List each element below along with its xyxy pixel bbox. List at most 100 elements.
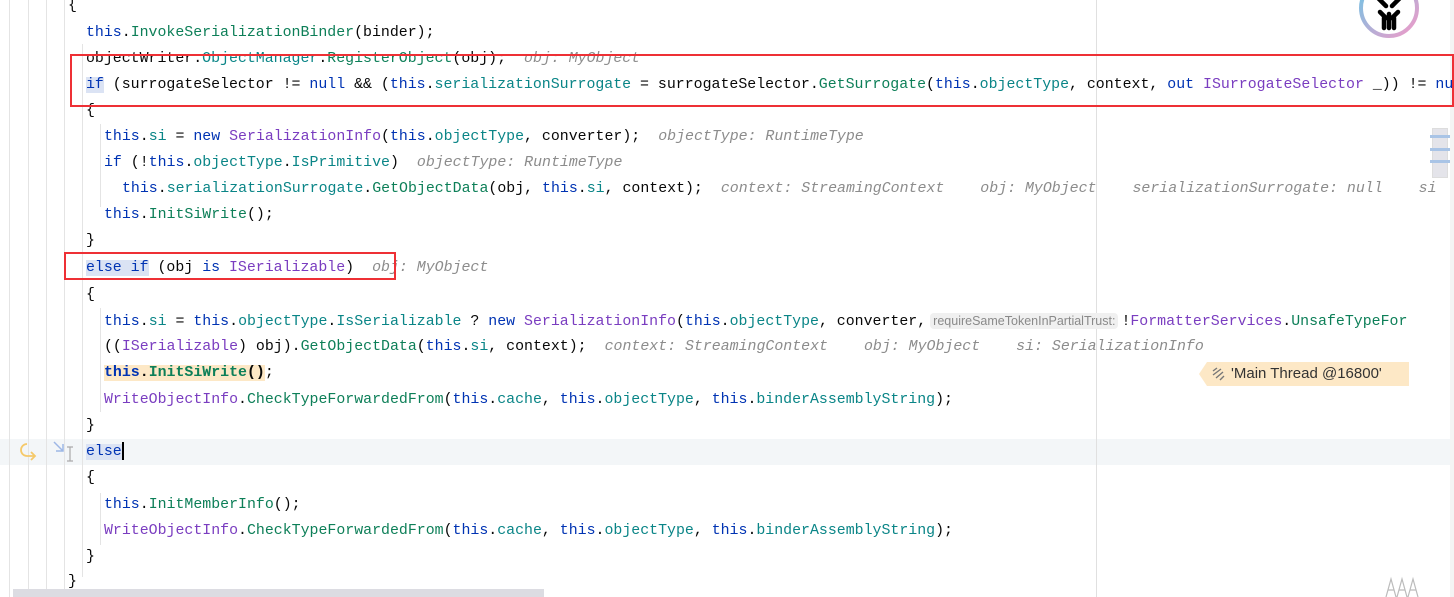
debugger-thread-badge[interactable]: 'Main Thread @16800'	[1199, 362, 1409, 386]
code-token: binderAssemblyString	[756, 392, 936, 408]
run-to-cursor-icon[interactable]	[52, 440, 66, 454]
code-line[interactable]: {	[68, 0, 77, 19]
code-token: this	[425, 339, 462, 355]
code-token: ISerializable	[121, 339, 239, 355]
code-token: (!	[121, 155, 149, 171]
annotation-box-iserializable-branch	[64, 252, 396, 280]
code-token: this	[711, 523, 748, 539]
code-token: , converter,	[818, 314, 927, 330]
code-token: this	[542, 181, 578, 197]
code-token: .	[363, 181, 373, 197]
code-token: si	[148, 314, 167, 330]
code-token: }	[86, 233, 95, 249]
code-token: ();	[273, 497, 301, 513]
code-line[interactable]: {	[86, 465, 95, 491]
code-line[interactable]: WriteObjectInfo.CheckTypeForwardedFrom(t…	[104, 518, 953, 544]
step-over-arrow-icon[interactable]	[19, 441, 39, 461]
code-line[interactable]: this.si = this.objectType.IsSerializable…	[104, 308, 1407, 334]
code-line[interactable]: else	[86, 439, 124, 465]
code-token: GetObjectData	[372, 181, 489, 197]
code-line[interactable]: this.serializationSurrogate.GetObjectDat…	[122, 176, 1437, 202]
code-token: .	[139, 129, 149, 145]
code-token: WriteObjectInfo	[104, 523, 239, 539]
code-line[interactable]: {	[86, 282, 95, 308]
code-token: IsSerializable	[336, 314, 462, 330]
code-line[interactable]: this.InitSiWrite();	[104, 360, 274, 386]
code-line[interactable]: this.InitMemberInfo();	[104, 492, 301, 518]
code-token: (	[443, 523, 453, 539]
code-token: }	[86, 418, 95, 434]
code-token: ,	[541, 523, 560, 539]
code-token: ;	[264, 365, 274, 381]
code-token: , context);	[604, 181, 703, 197]
code-line[interactable]: }	[86, 413, 95, 439]
thread-label: 'Main Thread @16800'	[1231, 365, 1382, 382]
code-token: this	[148, 155, 185, 171]
inlay-value-hint: obj: MyObject	[863, 339, 981, 355]
code-token: cache	[497, 392, 542, 408]
reader-mode-icon[interactable]	[1385, 576, 1421, 597]
indent-guide	[28, 0, 29, 597]
code-token: ,	[693, 523, 712, 539]
code-line[interactable]: this.InvokeSerializationBinder(binder);	[86, 20, 435, 46]
code-token: ) obj).	[238, 339, 301, 355]
code-token: (	[675, 314, 685, 330]
code-token: .	[1282, 314, 1292, 330]
code-token: .	[488, 392, 498, 408]
code-token: this	[104, 314, 140, 330]
code-token: .	[157, 181, 167, 197]
code-token: new	[193, 129, 221, 145]
code-token: .	[577, 181, 587, 197]
code-token: binderAssemblyString	[756, 523, 936, 539]
text-caret	[121, 442, 124, 461]
thread-icon	[1212, 367, 1225, 381]
code-token: .	[238, 392, 247, 408]
code-token: UnsafeTypeFor	[1291, 314, 1408, 330]
code-token: .	[720, 314, 730, 330]
code-line[interactable]: WriteObjectInfo.CheckTypeForwardedFrom(t…	[104, 387, 953, 413]
scroll-marker	[1430, 160, 1450, 163]
indent-guide	[82, 44, 83, 577]
code-line[interactable]: ((ISerializable) obj).GetObjectData(this…	[104, 334, 1204, 360]
code-line[interactable]: }	[86, 228, 95, 254]
code-token: InitSiWrite	[148, 207, 247, 223]
plugin-logo-icon[interactable]	[1358, 0, 1422, 44]
code-token: , context);	[488, 339, 587, 355]
inlay-value-hint: objectType: RuntimeType	[416, 155, 623, 171]
code-token: ()	[246, 365, 265, 381]
code-line[interactable]: this.si = new SerializationInfo(this.obj…	[104, 124, 864, 150]
code-token: FormatterServices	[1130, 314, 1283, 330]
code-token: this	[104, 497, 140, 513]
code-token: .	[139, 365, 149, 381]
code-token: {	[86, 287, 95, 303]
code-token: (	[416, 339, 426, 355]
code-token: this	[193, 314, 230, 330]
code-token: this	[104, 129, 140, 145]
code-token: objectType	[193, 155, 283, 171]
code-line[interactable]: }	[86, 544, 95, 570]
code-token: =	[166, 314, 194, 330]
code-token: .	[229, 314, 239, 330]
code-token: objectType	[434, 129, 525, 145]
code-token: ,	[693, 392, 712, 408]
horizontal-scrollbar[interactable]	[13, 589, 544, 597]
code-token: this	[452, 523, 489, 539]
code-token: SerializationInfo	[524, 314, 676, 330]
inlay-value-hint: context: StreamingContext	[604, 339, 828, 355]
code-line[interactable]: this.InitSiWrite();	[104, 202, 274, 228]
code-line[interactable]: if (!this.objectType.IsPrimitive) objectT…	[104, 150, 622, 176]
inlay-value-hint: context: StreamingContext	[720, 181, 945, 197]
code-token: ();	[246, 207, 274, 223]
code-token: );	[935, 523, 953, 539]
code-token: objectType	[238, 314, 328, 330]
code-token: {	[86, 470, 95, 486]
current-line-highlight	[0, 439, 1450, 465]
inlay-value-hint: si: SerializationInfo	[1016, 339, 1204, 355]
code-token: ?	[461, 314, 489, 330]
code-token: this	[559, 523, 596, 539]
annotation-box-surrogate-if	[70, 54, 1454, 107]
code-token: .	[425, 129, 435, 145]
code-token: InvokeSerializationBinder	[130, 25, 355, 41]
code-token: this	[684, 314, 721, 330]
